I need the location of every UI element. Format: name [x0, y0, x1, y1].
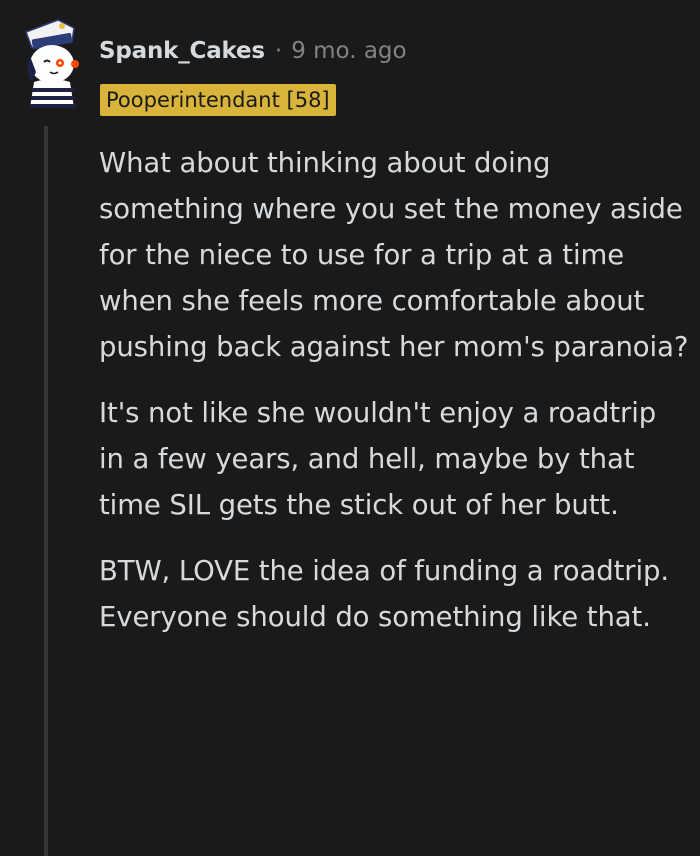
comment-paragraph: What about thinking about doing somethin…: [99, 147, 689, 363]
user-avatar[interactable]: [12, 12, 86, 108]
comment-paragraph: It's not like she wouldn't enjoy a roadt…: [99, 397, 657, 521]
comment-header: Spank_Cakes · 9 mo. ago: [99, 34, 407, 68]
thread-collapse-line[interactable]: [44, 126, 48, 856]
comment-body: What about thinking about doing somethin…: [99, 140, 689, 640]
snoo-sailor-avatar-icon: [25, 19, 79, 108]
comment-timestamp[interactable]: 9 mo. ago: [291, 38, 406, 64]
comment-paragraph: BTW, LOVE the idea of funding a roadtrip…: [99, 555, 670, 633]
user-flair: Pooperintendant [58]: [100, 84, 336, 116]
meta-separator: ·: [274, 38, 283, 64]
username-link[interactable]: Spank_Cakes: [99, 38, 265, 64]
